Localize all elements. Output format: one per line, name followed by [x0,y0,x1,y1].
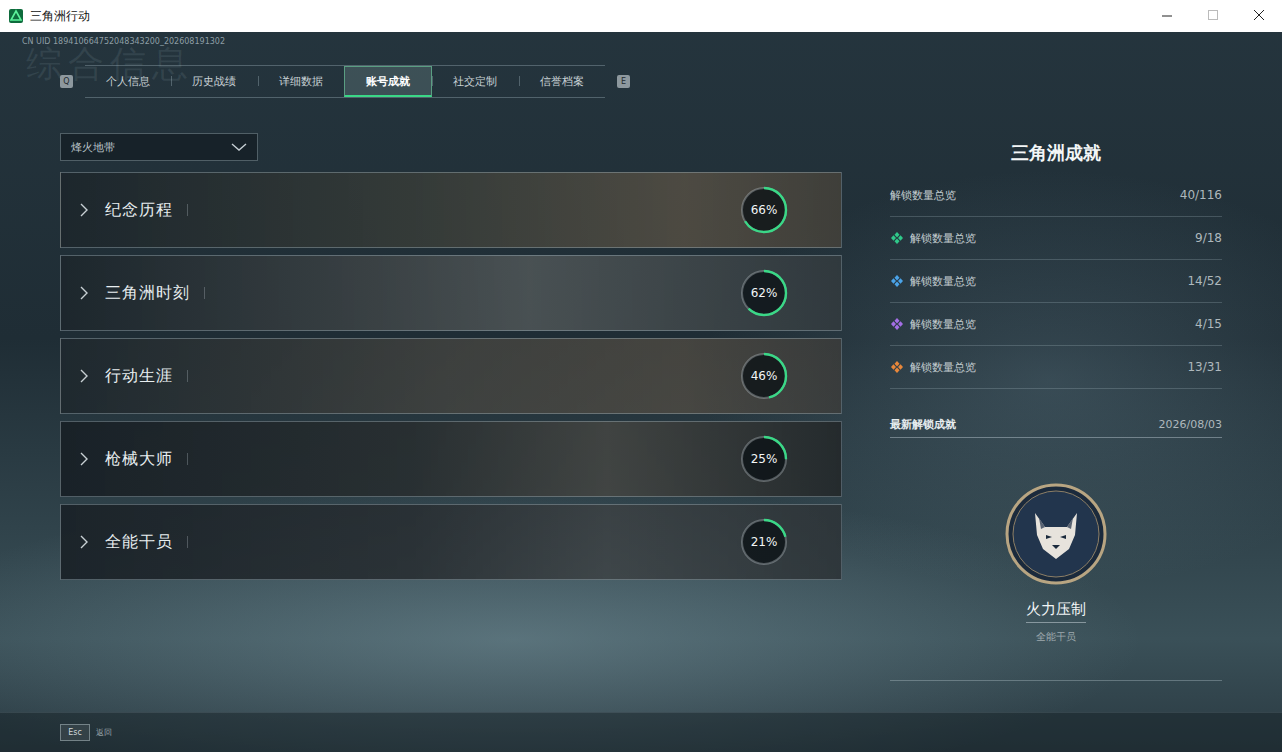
row-label: 解锁数量总览 [890,274,976,289]
decor-mark [187,370,188,382]
row-label: 解锁数量总览 [890,231,976,246]
category-title: 行动生涯 [105,366,173,387]
tier-row: 解锁数量总览 13/31 [890,346,1222,389]
decor-mark [187,204,188,216]
row-count: 40/116 [1180,188,1222,202]
category-title: 纪念历程 [105,200,173,221]
progress-percent: 21% [739,517,789,567]
latest-label: 最新解锁成就 [890,417,956,432]
summary-total-row: 解锁数量总览 40/116 [890,174,1222,217]
row-label: 解锁数量总览 [890,188,956,203]
category-title: 全能干员 [105,532,173,553]
dropdown-value: 烽火地带 [71,140,115,155]
progress-percent: 46% [739,351,789,401]
category-card[interactable]: 全能干员 21% [60,504,842,580]
tab-bar: Q 个人信息历史战绩详细数据账号成就社交定制信誉档案 E [0,66,1282,97]
tier-row: 解锁数量总览 4/15 [890,303,1222,346]
latest-date: 2026/08/03 [1159,418,1222,431]
uid-label: CN UID 189410664752048343200_20260819130… [0,36,1282,48]
progress-ring: 21% [739,517,789,567]
category-list: 纪念历程 66% 三角洲时刻 62% 行动生涯 46% 枪械大师 25% 全能干员 21% [60,172,842,580]
lynx-badge-icon [1005,483,1107,585]
logo-icon [9,9,23,23]
tab-list: 个人信息历史战绩详细数据账号成就社交定制信誉档案 [85,65,605,98]
chevron-right-icon [79,451,89,467]
chevron-down-icon [231,142,247,152]
title-bar: 三角洲行动 [0,0,1282,32]
tab[interactable]: 详细数据 [258,66,344,97]
latest-header: 最新解锁成就 2026/08/03 [890,411,1222,438]
tier-icon [890,231,904,245]
tab[interactable]: 历史战绩 [171,66,257,97]
decor-mark [187,453,188,465]
progress-ring: 25% [739,434,789,484]
footer-bar: Esc 返回 [0,712,1282,752]
back-label[interactable]: 返回 [96,727,112,738]
decor-mark [187,536,188,548]
prev-key[interactable]: Q [60,75,73,88]
achievement-category: 全能干员 [1036,630,1076,644]
tier-icon [890,317,904,331]
row-label: 解锁数量总览 [890,317,976,332]
progress-ring: 46% [739,351,789,401]
category-card[interactable]: 三角洲时刻 62% [60,255,842,331]
row-count: 4/15 [1195,317,1222,331]
chevron-right-icon [79,285,89,301]
chevron-right-icon [79,534,89,550]
progress-percent: 66% [739,185,789,235]
maximize-icon[interactable] [1190,0,1236,32]
category-card[interactable]: 枪械大师 25% [60,421,842,497]
achievement-name: 火力压制 [1026,600,1086,623]
category-title: 三角洲时刻 [105,283,190,304]
mode-dropdown[interactable]: 烽火地带 [60,133,258,161]
decor-mark [204,287,205,299]
tab[interactable]: 信誉档案 [519,66,605,97]
tier-row: 解锁数量总览 9/18 [890,217,1222,260]
content: 烽火地带纪念历程 66% 三角洲时刻 62% 行动生涯 46% 枪械大师 25% 全能干员 21%… [0,133,1282,681]
tier-icon [890,274,904,288]
progress-ring: 66% [739,185,789,235]
tier-row: 解锁数量总览 14/52 [890,260,1222,303]
row-label: 解锁数量总览 [890,360,976,375]
progress-percent: 62% [739,268,789,318]
window-title: 三角洲行动 [30,8,90,25]
row-count: 14/52 [1187,274,1222,288]
category-card[interactable]: 行动生涯 46% [60,338,842,414]
tab[interactable]: 个人信息 [85,66,171,97]
close-icon[interactable] [1236,0,1282,32]
chevron-right-icon [79,368,89,384]
tier-icon [890,360,904,374]
summary-title: 三角洲成就 [890,141,1222,165]
app-window: 三角洲行动综合信息CN UID 189410664752048343200_20… [0,0,1282,752]
latest-achievement[interactable]: 火力压制全能干员 [890,438,1222,681]
tab[interactable]: 账号成就 [344,66,432,97]
category-column: 烽火地带纪念历程 66% 三角洲时刻 62% 行动生涯 46% 枪械大师 25% 全能干员 21% [60,133,842,681]
row-count: 9/18 [1195,231,1222,245]
chevron-right-icon [79,202,89,218]
row-count: 13/31 [1187,360,1222,374]
category-card[interactable]: 纪念历程 66% [60,172,842,248]
category-title: 枪械大师 [105,449,173,470]
main-area: 综合信息CN UID 189410664752048343200_2026081… [0,32,1282,712]
summary-panel: 三角洲成就解锁数量总览 40/116 解锁数量总览 9/18 解锁数量总览 14/52… [890,133,1222,681]
progress-ring: 62% [739,268,789,318]
minimize-icon[interactable] [1144,0,1190,32]
tab[interactable]: 社交定制 [432,66,518,97]
progress-percent: 25% [739,434,789,484]
next-key[interactable]: E [617,75,630,88]
esc-key[interactable]: Esc [60,724,90,741]
